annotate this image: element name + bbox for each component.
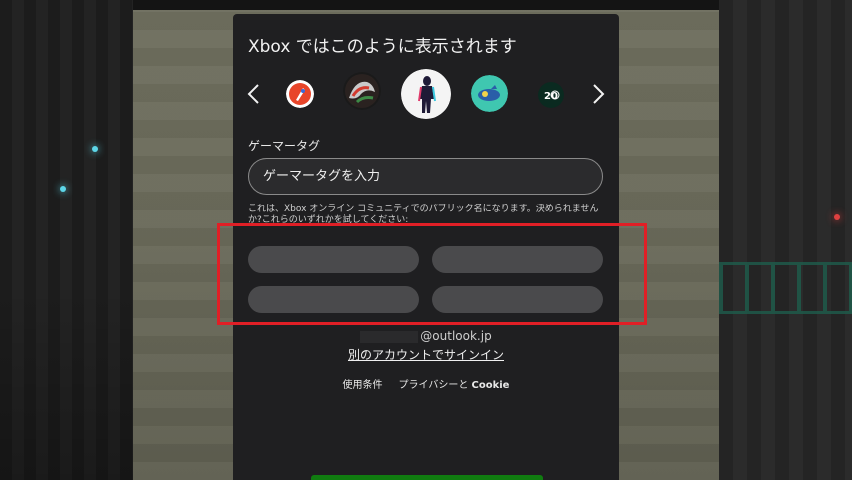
background-left: [0, 0, 133, 480]
terms-link[interactable]: 使用条件: [343, 380, 383, 391]
switch-account-link[interactable]: 別のアカウントでサインイン: [233, 346, 619, 363]
teal-submarine-avatar[interactable]: [471, 75, 508, 112]
previous-avatar-button[interactable]: [244, 82, 264, 106]
suggestions-highlight-box: [217, 223, 647, 325]
submarine-icon: [471, 75, 508, 112]
redacted-email-name: [360, 330, 419, 343]
next-avatar-button[interactable]: [588, 82, 608, 106]
xbox-20-icon: 20: [538, 82, 564, 108]
account-email-domain: @outlook.jp: [420, 329, 492, 343]
dragon-avatar[interactable]: [343, 72, 381, 110]
torch-light: [92, 146, 98, 152]
gamertag-helper-text: これは、Xbox オンライン コミュニティでのパブリック名になります。決められま…: [248, 204, 599, 225]
background-right: [719, 0, 852, 480]
silhouette-icon: [401, 69, 451, 119]
cookie-link[interactable]: Cookie: [472, 380, 510, 391]
dialog-title: Xbox ではこのように表示されます: [248, 37, 517, 57]
signed-in-account: @outlook.jp: [233, 329, 619, 343]
primary-button-edge[interactable]: [311, 475, 543, 480]
gamertag-label: ゲーマータグ: [248, 139, 321, 153]
chevron-left-icon: [247, 84, 259, 104]
torch-light: [834, 214, 840, 220]
dialog-footer: 使用条件 プライバシーと Cookie: [233, 376, 619, 391]
gamertag-input[interactable]: [248, 158, 603, 195]
torch-light: [60, 186, 66, 192]
xbox-20-avatar[interactable]: 20: [538, 82, 564, 108]
rocket-icon: [286, 80, 314, 108]
dragon-icon: [343, 72, 381, 110]
privacy-link[interactable]: プライバシーと: [399, 380, 469, 391]
fence: [719, 262, 852, 314]
silhouette-avatar-selected[interactable]: [401, 69, 451, 119]
rocket-avatar[interactable]: [286, 80, 314, 108]
chevron-right-icon: [593, 84, 605, 104]
